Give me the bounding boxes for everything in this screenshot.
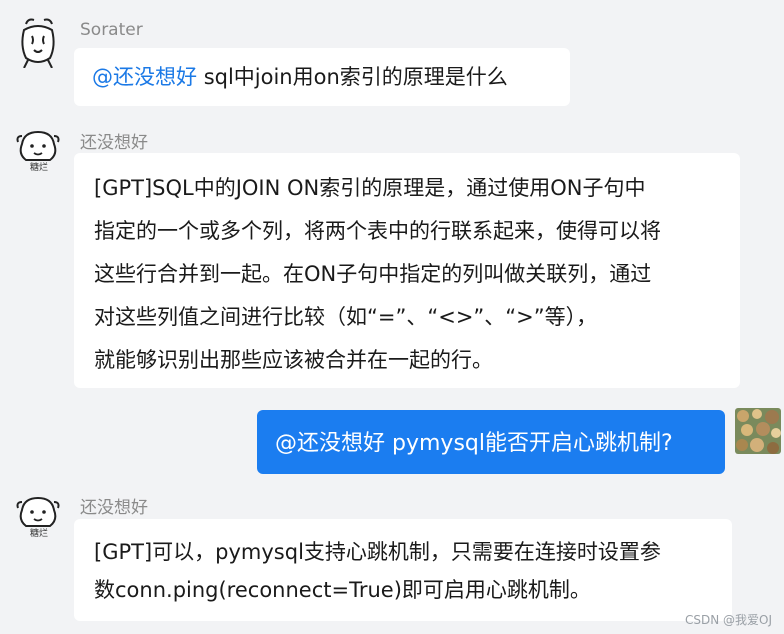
message-bubble[interactable]: @还没想好 sql中join用on索引的原理是什么 (74, 48, 570, 106)
sender-name: 还没想好 (80, 498, 148, 518)
message-bubble-sent[interactable]: @还没想好 pymysql能否开启心跳机制? (257, 410, 725, 474)
avatar-bot[interactable]: 糖烂 (14, 492, 62, 540)
message-text: sql中join用on索引的原理是什么 (203, 65, 508, 89)
avatar-bot[interactable]: 糖烂 (14, 126, 62, 174)
mention-link[interactable]: @还没想好 (92, 65, 197, 89)
sender-name: 还没想好 (80, 133, 148, 153)
avatar-sorater[interactable] (14, 16, 62, 69)
message-line: [GPT]SQL中的JOIN ON索引的原理是，通过使用ON子句中 (94, 176, 646, 200)
mention-link[interactable]: @还没想好 (275, 431, 385, 456)
watermark: CSDN @我爱OJ (684, 613, 772, 627)
avatar-self[interactable] (735, 408, 781, 454)
message-bubble[interactable]: [GPT]SQL中的JOIN ON索引的原理是，通过使用ON子句中 指定的一个或… (74, 153, 740, 388)
message-line: 就能够识别出那些应该被合并在一起的行。 (94, 348, 493, 372)
avatar-caption: 糖烂 (30, 529, 49, 539)
message-line: 这些行合并到一起。在ON子句中指定的列叫做关联列，通过 (94, 262, 652, 286)
stone-texture-icon (735, 408, 781, 454)
message-line: [GPT]可以，pymysql支持心跳机制，只需要在连接时设置参 (94, 540, 661, 564)
message-text: pymysql能否开启心跳机制? (392, 431, 673, 456)
message-line: 数conn.ping(reconnect=True)即可启用心跳机制。 (94, 578, 591, 602)
message-line: 对这些列值之间进行比较（如“=”、“<>”、“>”等）， (94, 305, 598, 329)
avatar-caption: 糖烂 (30, 163, 49, 173)
doodle-face-icon (21, 18, 55, 69)
message-bubble[interactable]: [GPT]可以，pymysql支持心跳机制，只需要在连接时设置参 数conn.p… (74, 519, 732, 621)
sender-name: Sorater (80, 20, 143, 40)
message-line: 指定的一个或多个列，将两个表中的行联系起来，使得可以将 (94, 219, 661, 243)
